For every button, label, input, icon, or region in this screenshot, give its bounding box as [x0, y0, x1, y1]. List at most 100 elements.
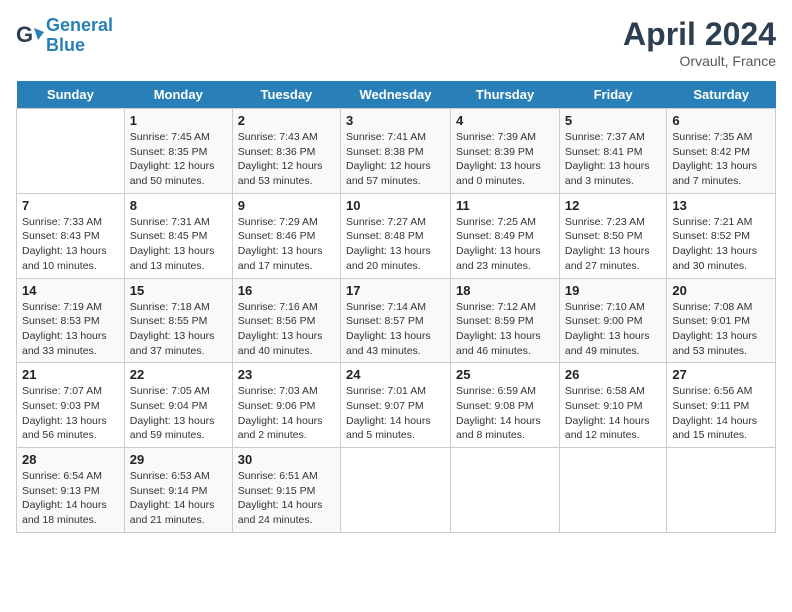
day-number: 28: [22, 452, 119, 467]
weekday-header: Wednesday: [341, 81, 451, 109]
calendar-cell: 17 Sunrise: 7:14 AM Sunset: 8:57 PM Dayli…: [341, 278, 451, 363]
day-info: Sunrise: 7:35 AM Sunset: 8:42 PM Dayligh…: [672, 130, 770, 189]
day-number: 10: [346, 198, 445, 213]
calendar-cell: [451, 448, 560, 533]
calendar-week-row: 7 Sunrise: 7:33 AM Sunset: 8:43 PM Daylig…: [17, 193, 776, 278]
calendar-cell: 2 Sunrise: 7:43 AM Sunset: 8:36 PM Daylig…: [232, 109, 340, 194]
calendar-cell: 4 Sunrise: 7:39 AM Sunset: 8:39 PM Daylig…: [451, 109, 560, 194]
calendar-cell: 16 Sunrise: 7:16 AM Sunset: 8:56 PM Dayli…: [232, 278, 340, 363]
svg-text:G: G: [16, 22, 33, 47]
calendar-cell: [17, 109, 125, 194]
calendar-cell: 11Sunrise: 7:25 AM Sunset: 8:49 PM Dayli…: [451, 193, 560, 278]
calendar-week-row: 1 Sunrise: 7:45 AM Sunset: 8:35 PM Daylig…: [17, 109, 776, 194]
day-info: Sunrise: 6:56 AM Sunset: 9:11 PM Dayligh…: [672, 384, 770, 443]
day-number: 17: [346, 283, 445, 298]
day-info: Sunrise: 7:27 AM Sunset: 8:48 PM Dayligh…: [346, 215, 445, 274]
logo-text: General Blue: [46, 16, 113, 56]
calendar-cell: 23Sunrise: 7:03 AM Sunset: 9:06 PM Dayli…: [232, 363, 340, 448]
calendar-cell: 22 Sunrise: 7:05 AM Sunset: 9:04 PM Dayli…: [124, 363, 232, 448]
day-info: Sunrise: 7:21 AM Sunset: 8:52 PM Dayligh…: [672, 215, 770, 274]
logo-icon: G: [16, 22, 44, 50]
calendar-cell: [667, 448, 776, 533]
day-info: Sunrise: 7:33 AM Sunset: 8:43 PM Dayligh…: [22, 215, 119, 274]
calendar-cell: 30Sunrise: 6:51 AM Sunset: 9:15 PM Dayli…: [232, 448, 340, 533]
calendar-cell: 1 Sunrise: 7:45 AM Sunset: 8:35 PM Daylig…: [124, 109, 232, 194]
calendar-week-row: 21 Sunrise: 7:07 AM Sunset: 9:03 PM Dayli…: [17, 363, 776, 448]
day-info: Sunrise: 7:19 AM Sunset: 8:53 PM Dayligh…: [22, 300, 119, 359]
day-number: 18: [456, 283, 554, 298]
calendar-cell: [341, 448, 451, 533]
day-info: Sunrise: 6:53 AM Sunset: 9:14 PM Dayligh…: [130, 469, 227, 528]
day-info: Sunrise: 6:54 AM Sunset: 9:13 PM Dayligh…: [22, 469, 119, 528]
day-number: 22: [130, 367, 227, 382]
day-info: Sunrise: 7:14 AM Sunset: 8:57 PM Dayligh…: [346, 300, 445, 359]
day-number: 19: [565, 283, 662, 298]
day-number: 25: [456, 367, 554, 382]
calendar-cell: 19Sunrise: 7:10 AM Sunset: 9:00 PM Dayli…: [559, 278, 667, 363]
day-number: 8: [130, 198, 227, 213]
day-info: Sunrise: 7:07 AM Sunset: 9:03 PM Dayligh…: [22, 384, 119, 443]
day-number: 9: [238, 198, 335, 213]
day-info: Sunrise: 6:59 AM Sunset: 9:08 PM Dayligh…: [456, 384, 554, 443]
day-number: 16: [238, 283, 335, 298]
logo: G General Blue: [16, 16, 113, 56]
day-info: Sunrise: 7:12 AM Sunset: 8:59 PM Dayligh…: [456, 300, 554, 359]
day-number: 2: [238, 113, 335, 128]
day-info: Sunrise: 7:45 AM Sunset: 8:35 PM Dayligh…: [130, 130, 227, 189]
calendar-cell: 5 Sunrise: 7:37 AM Sunset: 8:41 PM Daylig…: [559, 109, 667, 194]
calendar-week-row: 14 Sunrise: 7:19 AM Sunset: 8:53 PM Dayli…: [17, 278, 776, 363]
day-number: 12: [565, 198, 662, 213]
day-info: Sunrise: 7:18 AM Sunset: 8:55 PM Dayligh…: [130, 300, 227, 359]
day-number: 13: [672, 198, 770, 213]
weekday-header: Sunday: [17, 81, 125, 109]
day-number: 1: [130, 113, 227, 128]
day-number: 5: [565, 113, 662, 128]
day-info: Sunrise: 7:41 AM Sunset: 8:38 PM Dayligh…: [346, 130, 445, 189]
day-info: Sunrise: 7:43 AM Sunset: 8:36 PM Dayligh…: [238, 130, 335, 189]
weekday-header: Friday: [559, 81, 667, 109]
calendar-cell: 27Sunrise: 6:56 AM Sunset: 9:11 PM Dayli…: [667, 363, 776, 448]
day-number: 15: [130, 283, 227, 298]
day-number: 29: [130, 452, 227, 467]
weekday-header-row: SundayMondayTuesdayWednesdayThursdayFrid…: [17, 81, 776, 109]
day-info: Sunrise: 7:08 AM Sunset: 9:01 PM Dayligh…: [672, 300, 770, 359]
day-number: 3: [346, 113, 445, 128]
day-info: Sunrise: 7:16 AM Sunset: 8:56 PM Dayligh…: [238, 300, 335, 359]
calendar-cell: 10 Sunrise: 7:27 AM Sunset: 8:48 PM Dayli…: [341, 193, 451, 278]
weekday-header: Tuesday: [232, 81, 340, 109]
calendar-cell: [559, 448, 667, 533]
day-number: 30: [238, 452, 335, 467]
day-info: Sunrise: 7:25 AM Sunset: 8:49 PM Dayligh…: [456, 215, 554, 274]
calendar-cell: 13 Sunrise: 7:21 AM Sunset: 8:52 PM Dayli…: [667, 193, 776, 278]
title-block: April 2024 Orvault, France: [623, 16, 776, 69]
calendar-cell: 14 Sunrise: 7:19 AM Sunset: 8:53 PM Dayli…: [17, 278, 125, 363]
calendar-table: SundayMondayTuesdayWednesdayThursdayFrid…: [16, 81, 776, 533]
calendar-cell: 6Sunrise: 7:35 AM Sunset: 8:42 PM Daylig…: [667, 109, 776, 194]
day-info: Sunrise: 7:37 AM Sunset: 8:41 PM Dayligh…: [565, 130, 662, 189]
day-info: Sunrise: 7:39 AM Sunset: 8:39 PM Dayligh…: [456, 130, 554, 189]
day-number: 7: [22, 198, 119, 213]
month-title: April 2024: [623, 16, 776, 53]
day-info: Sunrise: 7:23 AM Sunset: 8:50 PM Dayligh…: [565, 215, 662, 274]
day-number: 21: [22, 367, 119, 382]
calendar-cell: 8 Sunrise: 7:31 AM Sunset: 8:45 PM Daylig…: [124, 193, 232, 278]
day-number: 4: [456, 113, 554, 128]
day-info: Sunrise: 6:58 AM Sunset: 9:10 PM Dayligh…: [565, 384, 662, 443]
day-number: 14: [22, 283, 119, 298]
calendar-cell: 9Sunrise: 7:29 AM Sunset: 8:46 PM Daylig…: [232, 193, 340, 278]
location: Orvault, France: [623, 53, 776, 69]
calendar-cell: 7 Sunrise: 7:33 AM Sunset: 8:43 PM Daylig…: [17, 193, 125, 278]
calendar-cell: 3 Sunrise: 7:41 AM Sunset: 8:38 PM Daylig…: [341, 109, 451, 194]
calendar-cell: 24Sunrise: 7:01 AM Sunset: 9:07 PM Dayli…: [341, 363, 451, 448]
weekday-header: Monday: [124, 81, 232, 109]
day-number: 23: [238, 367, 335, 382]
day-info: Sunrise: 7:31 AM Sunset: 8:45 PM Dayligh…: [130, 215, 227, 274]
calendar-week-row: 28 Sunrise: 6:54 AM Sunset: 9:13 PM Dayli…: [17, 448, 776, 533]
weekday-header: Thursday: [451, 81, 560, 109]
day-number: 26: [565, 367, 662, 382]
day-number: 24: [346, 367, 445, 382]
calendar-cell: 28 Sunrise: 6:54 AM Sunset: 9:13 PM Dayli…: [17, 448, 125, 533]
day-number: 20: [672, 283, 770, 298]
calendar-cell: 25 Sunrise: 6:59 AM Sunset: 9:08 PM Dayli…: [451, 363, 560, 448]
day-info: Sunrise: 7:05 AM Sunset: 9:04 PM Dayligh…: [130, 384, 227, 443]
